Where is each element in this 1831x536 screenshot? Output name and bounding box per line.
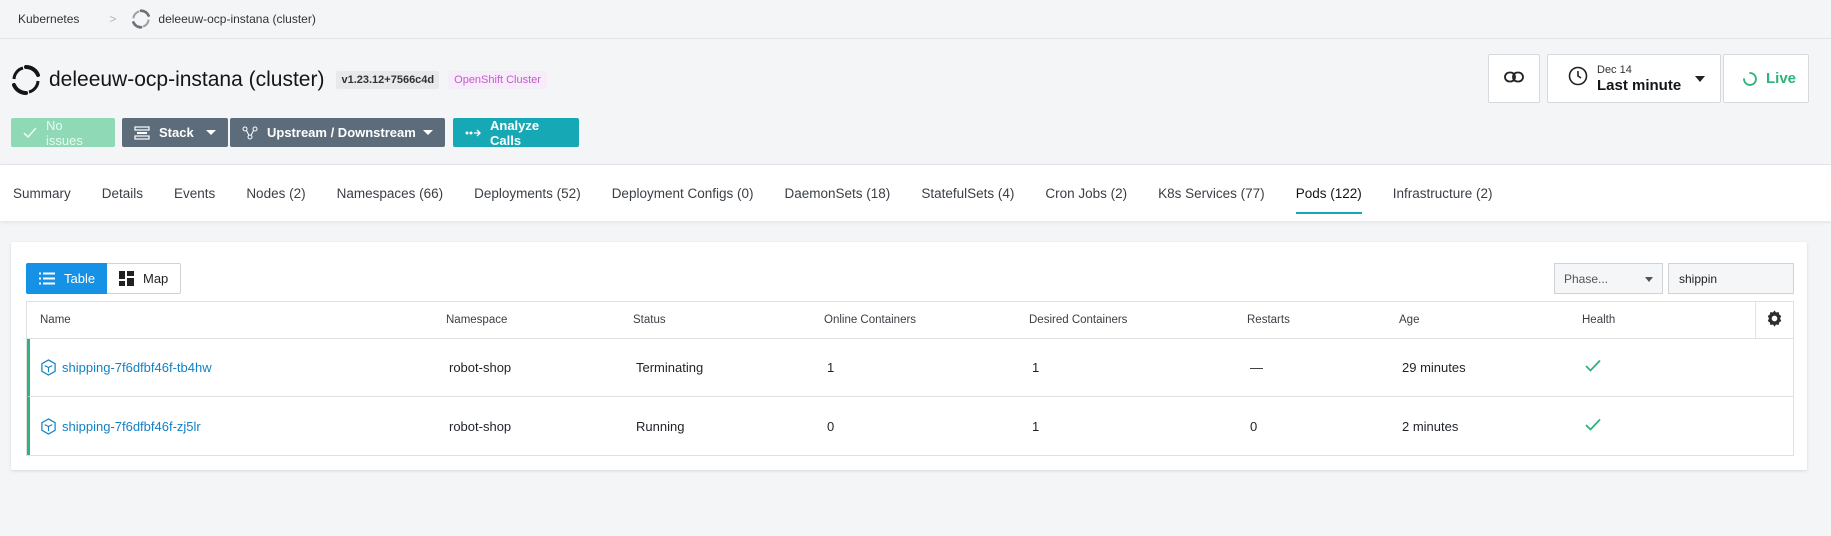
time-date: Dec 14 bbox=[1597, 63, 1632, 76]
link-icon bbox=[1504, 70, 1524, 88]
breadcrumb-current: deleeuw-ocp-instana (cluster) bbox=[158, 12, 316, 26]
age-cell: 2 minutes bbox=[1402, 418, 1459, 434]
health-check-icon bbox=[1585, 418, 1735, 435]
map-view-button[interactable]: Map bbox=[107, 263, 181, 294]
dependency-graph-icon bbox=[242, 126, 258, 140]
upstream-downstream-dropdown-button[interactable]: Upstream / Downstream bbox=[230, 118, 445, 147]
title-row: deleeuw-ocp-instana (cluster) v1.23.12+7… bbox=[10, 64, 547, 96]
openshift-icon bbox=[130, 8, 152, 30]
status-cell: Terminating bbox=[636, 360, 704, 375]
pods-panel: Table Map Phase... Name Namespace Status… bbox=[11, 242, 1807, 470]
map-grid-icon bbox=[119, 271, 134, 286]
version-badge: v1.23.12+7566c4d bbox=[336, 71, 440, 89]
copy-link-button[interactable] bbox=[1488, 54, 1540, 103]
column-settings-button[interactable] bbox=[1755, 302, 1793, 338]
chevron-down-icon bbox=[1695, 75, 1706, 82]
analyze-calls-label: Analyze Calls bbox=[490, 117, 540, 148]
column-header-health[interactable]: Health bbox=[1582, 314, 1732, 326]
pod-link[interactable]: shipping-7f6dfbf46f-tb4hw bbox=[40, 359, 449, 376]
upstream-downstream-label: Upstream / Downstream bbox=[267, 125, 416, 140]
table-view-button[interactable]: Table bbox=[26, 263, 107, 294]
column-header-status[interactable]: Status bbox=[633, 314, 824, 326]
breadcrumb-root[interactable]: Kubernetes bbox=[18, 12, 79, 26]
restarts-cell: — bbox=[1250, 360, 1263, 375]
pod-name: shipping-7f6dfbf46f-tb4hw bbox=[62, 360, 212, 375]
stack-icon bbox=[134, 125, 150, 140]
tab-statefulsets[interactable]: StatefulSets (4) bbox=[921, 165, 1014, 222]
status-cell: Running bbox=[636, 418, 685, 434]
analyze-calls-button[interactable]: Analyze Calls bbox=[453, 117, 579, 148]
pod-name-cell: shipping-7f6dfbf46f-zj5lr bbox=[30, 417, 449, 435]
tab-bar: Summary Details Events Nodes (2) Namespa… bbox=[0, 164, 1831, 221]
map-view-label: Map bbox=[143, 271, 169, 286]
stack-dropdown-button[interactable]: Stack bbox=[122, 118, 228, 147]
time-controls: Dec 14 Last minute Live bbox=[1488, 54, 1809, 103]
online-containers-cell: 0 bbox=[827, 418, 835, 434]
no-issues-label: No issues bbox=[46, 117, 83, 148]
tab-deployments[interactable]: Deployments (52) bbox=[474, 165, 581, 222]
stack-label: Stack bbox=[159, 125, 194, 140]
table-row[interactable]: shipping-7f6dfbf46f-zj5lr robot-shop Run… bbox=[27, 397, 1793, 455]
tab-namespaces[interactable]: Namespaces (66) bbox=[337, 165, 444, 222]
tab-pods[interactable]: Pods (122) bbox=[1295, 165, 1362, 222]
checkmark-icon bbox=[23, 126, 37, 139]
column-header-restarts[interactable]: Restarts bbox=[1247, 314, 1399, 326]
no-issues-button[interactable]: No issues bbox=[11, 117, 115, 148]
page-title: deleeuw-ocp-instana (cluster) bbox=[49, 68, 325, 91]
online-containers-cell: 1 bbox=[827, 360, 835, 375]
live-label: Live bbox=[1766, 70, 1797, 87]
namespace-cell: robot-shop bbox=[449, 360, 512, 375]
breadcrumb: Kubernetes > deleeuw-ocp-instana (cluste… bbox=[0, 0, 1831, 39]
pod-name: shipping-7f6dfbf46f-zj5lr bbox=[62, 418, 201, 434]
desired-containers-cell: 1 bbox=[1032, 360, 1040, 375]
phase-select[interactable]: Phase... bbox=[1554, 263, 1663, 294]
tab-summary[interactable]: Summary bbox=[13, 165, 71, 222]
chevron-down-icon bbox=[1645, 277, 1653, 282]
gear-icon bbox=[1765, 309, 1784, 331]
live-toggle-button[interactable]: Live bbox=[1723, 54, 1809, 103]
chevron-down-icon bbox=[423, 130, 433, 135]
phase-select-placeholder: Phase... bbox=[1564, 271, 1609, 286]
column-header-namespace[interactable]: Namespace bbox=[446, 314, 633, 326]
page-header: deleeuw-ocp-instana (cluster) v1.23.12+7… bbox=[0, 39, 1831, 164]
tab-details[interactable]: Details bbox=[102, 165, 143, 222]
pod-name-cell: shipping-7f6dfbf46f-tb4hw bbox=[30, 359, 449, 376]
column-header-name[interactable]: Name bbox=[27, 314, 446, 326]
search-input[interactable] bbox=[1668, 263, 1794, 294]
cluster-type-badge: OpenShift Cluster bbox=[448, 71, 547, 89]
table-header: Name Namespace Status Online Containers … bbox=[27, 302, 1793, 339]
tab-nodes[interactable]: Nodes (2) bbox=[246, 165, 305, 222]
pod-icon bbox=[40, 359, 57, 376]
tab-infrastructure[interactable]: Infrastructure (2) bbox=[1393, 165, 1493, 222]
pods-table: Name Namespace Status Online Containers … bbox=[26, 301, 1794, 456]
age-cell: 29 minutes bbox=[1402, 360, 1466, 375]
analyze-calls-icon bbox=[465, 128, 481, 138]
list-icon bbox=[39, 272, 55, 285]
tab-daemonsets[interactable]: DaemonSets (18) bbox=[785, 165, 891, 222]
tab-deployment-configs[interactable]: Deployment Configs (0) bbox=[612, 165, 754, 222]
pod-link[interactable]: shipping-7f6dfbf46f-zj5lr bbox=[40, 417, 449, 435]
time-range-label: Last minute bbox=[1597, 76, 1682, 94]
namespace-cell: robot-shop bbox=[449, 418, 512, 434]
tab-events[interactable]: Events bbox=[174, 165, 215, 222]
time-range-picker[interactable]: Dec 14 Last minute bbox=[1547, 54, 1721, 103]
clock-icon bbox=[1568, 66, 1588, 91]
column-header-age[interactable]: Age bbox=[1399, 314, 1582, 326]
column-header-desired-containers[interactable]: Desired Containers bbox=[1029, 314, 1247, 326]
live-spinner-icon bbox=[1742, 71, 1758, 87]
table-row[interactable]: shipping-7f6dfbf46f-tb4hw robot-shop Ter… bbox=[27, 339, 1793, 397]
openshift-cluster-icon bbox=[10, 64, 42, 96]
column-header-online-containers[interactable]: Online Containers bbox=[824, 314, 1029, 326]
health-check-icon bbox=[1585, 359, 1735, 376]
table-view-label: Table bbox=[64, 271, 96, 286]
restarts-cell: 0 bbox=[1250, 418, 1258, 434]
breadcrumb-separator-icon: > bbox=[109, 12, 117, 26]
view-toggle: Table Map bbox=[26, 263, 181, 294]
action-toolbar: No issues Stack Upstream / Downstream An… bbox=[11, 117, 579, 148]
desired-containers-cell: 1 bbox=[1032, 418, 1040, 434]
tab-cron-jobs[interactable]: Cron Jobs (2) bbox=[1045, 165, 1127, 222]
chevron-down-icon bbox=[206, 130, 216, 135]
tab-k8s-services[interactable]: K8s Services (77) bbox=[1158, 165, 1265, 222]
pod-icon bbox=[40, 417, 57, 435]
